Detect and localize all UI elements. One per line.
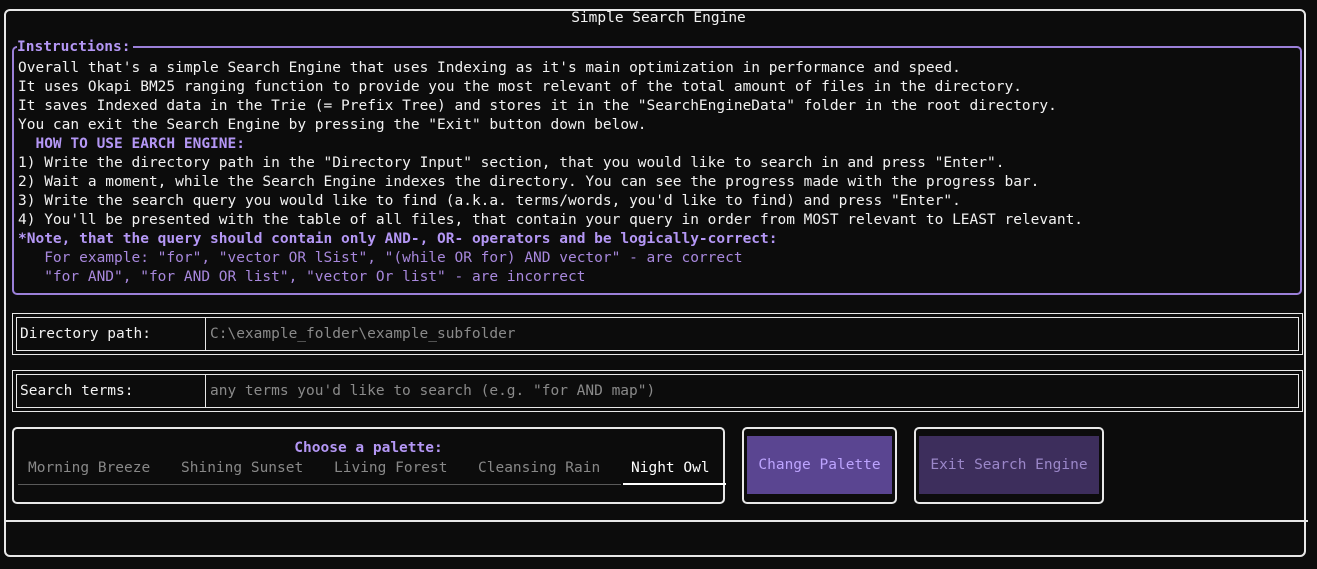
- instructions-step: 2) Wait a moment, while the Search Engin…: [18, 174, 1040, 190]
- instructions-intro-line: It saves Indexed data in the Trie (= Pre…: [18, 98, 1057, 114]
- search-terms-field: Search terms:: [12, 370, 1303, 412]
- palette-chooser-title: Choose a palette:: [294, 440, 443, 456]
- tab-morning-breeze[interactable]: Morning Breeze: [28, 457, 150, 481]
- change-palette-button[interactable]: Change Palette: [747, 436, 892, 494]
- instructions-panel: Instructions: Overall that's a simple Se…: [12, 39, 1302, 295]
- tab-underline: [18, 484, 621, 485]
- instructions-body: Overall that's a simple Search Engine th…: [18, 59, 1296, 287]
- query-note: *Note, that the query should contain onl…: [18, 231, 778, 247]
- tab-cleansing-rain[interactable]: Cleansing Rain: [478, 457, 600, 481]
- exit-button-frame: Exit Search Engine: [914, 427, 1104, 504]
- howto-heading: HOW TO USE EARCH ENGINE:: [18, 136, 245, 152]
- status-divider: [6, 520, 1308, 522]
- tab-living-forest[interactable]: Living Forest: [334, 457, 448, 481]
- directory-path-input[interactable]: [206, 318, 1298, 350]
- search-terms-label: Search terms:: [17, 375, 206, 407]
- tab-shining-sunset[interactable]: Shining Sunset: [181, 457, 303, 481]
- instructions-intro-line: Overall that's a simple Search Engine th…: [18, 60, 961, 76]
- instructions-step: 1) Write the directory path in the "Dire…: [18, 155, 1005, 171]
- instructions-step: 3) Write the search query you would like…: [18, 193, 961, 209]
- instructions-step: 4) You'll be presented with the table of…: [18, 212, 1084, 228]
- instructions-intro-line: It uses Okapi BM25 ranging function to p…: [18, 79, 1022, 95]
- app-title: Simple Search Engine: [571, 10, 746, 26]
- search-terms-field-inner: Search terms:: [16, 374, 1299, 408]
- change-palette-button-frame: Change Palette: [742, 427, 897, 504]
- exit-search-engine-button[interactable]: Exit Search Engine: [919, 436, 1099, 494]
- instructions-legend: Instructions:: [17, 39, 133, 56]
- directory-path-field: Directory path:: [12, 313, 1303, 355]
- tab-active-underline: [623, 483, 726, 485]
- palette-chooser: Choose a palette: Morning Breeze Shining…: [12, 427, 726, 504]
- directory-path-field-inner: Directory path:: [16, 317, 1299, 351]
- example-incorrect: "for AND", "for AND OR list", "vector Or…: [18, 269, 586, 285]
- example-correct: For example: "for", "vector OR lSist", "…: [18, 250, 743, 266]
- tab-night-owl[interactable]: Night Owl: [631, 457, 710, 481]
- directory-path-label: Directory path:: [17, 318, 206, 350]
- palette-tabs: Morning Breeze Shining Sunset Living For…: [18, 457, 726, 485]
- instructions-intro-line: You can exit the Search Engine by pressi…: [18, 117, 647, 133]
- search-terms-input[interactable]: [206, 375, 1298, 407]
